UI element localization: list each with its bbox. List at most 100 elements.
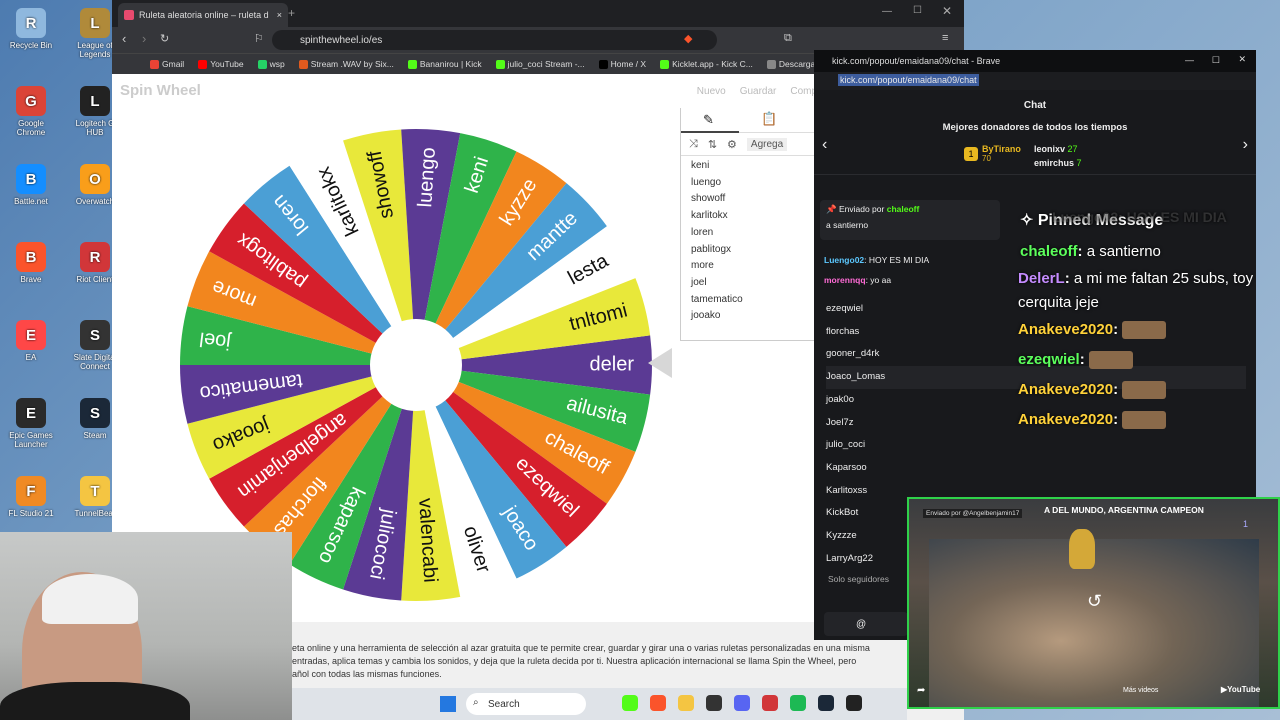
terminal-icon[interactable]: [706, 695, 722, 711]
entry-item: karlitokx: [691, 210, 728, 222]
maximize-button[interactable]: ☐: [913, 5, 922, 16]
bookmark-item[interactable]: Kicklet.app - Kick C...: [660, 59, 753, 69]
close-tab-icon[interactable]: ×: [277, 10, 282, 20]
overlay-colon: :: [1113, 381, 1119, 398]
shuffle-icon[interactable]: ⤨: [689, 138, 698, 151]
brave-shield-icon[interactable]: ◆: [684, 32, 692, 45]
entries-list[interactable]: keni luengo showoff karlitokx loren pablitogx…: [681, 156, 821, 327]
pinned-sender-label: Enviado por: [838, 204, 885, 214]
bookmark-item[interactable]: Gmail: [150, 59, 184, 69]
wheel-segment-label: joel: [198, 327, 233, 353]
panel-tools: ⤨ ⇅ ⚙ Agrega: [681, 133, 821, 156]
overlay-username: Anakeve2020: [1018, 381, 1114, 398]
desktop-icon-flstudio[interactable]: F FL Studio 21: [4, 476, 58, 518]
bookmark-label: wsp: [269, 59, 285, 69]
prev-donor-icon[interactable]: ‹: [822, 136, 827, 154]
bookmark-favicon-icon: [598, 59, 608, 69]
more-videos-label[interactable]: Más videos: [1123, 687, 1158, 694]
overlay-colon: :: [1113, 411, 1119, 428]
chat-username[interactable]: Luengo02: [824, 255, 864, 265]
wheel-center[interactable]: [370, 319, 462, 411]
extensions-icon[interactable]: ⧉: [784, 32, 792, 45]
spotify-icon[interactable]: [790, 695, 806, 711]
chat-text: : yo aa: [865, 275, 892, 285]
site-logo[interactable]: Spin Wheel: [120, 82, 201, 99]
back-icon[interactable]: ‹: [122, 31, 126, 46]
menu-icon[interactable]: ≡: [942, 32, 948, 44]
taskbar-search[interactable]: ⌕ Search: [466, 693, 586, 715]
close-window-button[interactable]: ✕: [942, 4, 952, 18]
overlay-username: Anakeve2020: [1018, 411, 1114, 428]
kick-window-title: kick.com/popout/emaidana09/chat - Brave: [832, 56, 1001, 66]
kick-maximize-button[interactable]: ☐: [1212, 55, 1220, 66]
desktop-icon-battlenet[interactable]: B Battle.net: [4, 164, 58, 206]
replay-icon[interactable]: ↺: [1087, 591, 1102, 612]
pinned-card-user: chaleoff: [886, 204, 920, 214]
bookmark-label: Stream .WAV by Six...: [310, 59, 394, 69]
overlay-message: Anakeve2020:: [1018, 405, 1258, 435]
entry-item: pablitogx: [691, 243, 732, 255]
address-bar[interactable]: spinthewheel.io/es: [272, 30, 717, 50]
desktop-icon-brave[interactable]: B Brave: [4, 242, 58, 284]
kick-app-icon[interactable]: [622, 695, 638, 711]
donor-row: leonixv 27: [1034, 142, 1082, 156]
desktop-icon-recycle-bin[interactable]: R Recycle Bin: [4, 8, 58, 50]
steam-icon: S: [80, 398, 110, 428]
kick-address-bar[interactable]: kick.com/popout/emaidana09/chat: [814, 72, 1256, 90]
entry-item: more: [691, 260, 714, 272]
bookmark-item[interactable]: wsp: [257, 59, 285, 69]
bookmark-item[interactable]: Bananirou | Kick: [407, 59, 482, 69]
bookmark-item[interactable]: YouTube: [198, 59, 244, 69]
reload-icon[interactable]: ↻: [160, 32, 169, 45]
menu-item-0[interactable]: Nuevo: [697, 86, 726, 97]
chat-text: : HOY ES MI DIA: [864, 255, 930, 265]
new-tab-button[interactable]: +: [288, 6, 295, 20]
overlay-username: DelerL: [1018, 270, 1065, 287]
brave-icon: B: [16, 242, 46, 272]
menu-item-1[interactable]: Guardar: [740, 86, 777, 97]
kick-minimize-button[interactable]: —: [1185, 55, 1194, 65]
bookmark-label: julio_coci Stream -...: [507, 59, 585, 69]
windows-start-icon[interactable]: [440, 696, 456, 712]
donor-row: emirchus 7: [1034, 156, 1082, 170]
share-icon[interactable]: ➦: [917, 685, 925, 696]
edit-pencil-icon[interactable]: ✎: [703, 112, 714, 128]
minimize-button[interactable]: —: [882, 6, 892, 17]
media-video[interactable]: Enviado por @Angelbenjamin17 A DEL MUNDO…: [907, 497, 1280, 709]
entry-item: loren: [691, 226, 714, 238]
app-icon[interactable]: [762, 695, 778, 711]
bookmark-icon[interactable]: ⚐: [254, 32, 264, 45]
browser-tab[interactable]: Ruleta aleatoria online – ruleta d ×: [118, 3, 288, 27]
desktop-icon-chrome[interactable]: G Google Chrome: [4, 86, 58, 137]
brave-app-icon[interactable]: [650, 695, 666, 711]
desktop-icon-ea[interactable]: E EA: [4, 320, 58, 362]
discord-icon[interactable]: [734, 695, 750, 711]
sort-icon[interactable]: ⇅: [708, 138, 717, 151]
file-explorer-icon[interactable]: [678, 695, 694, 711]
kick-close-button[interactable]: ✕: [1238, 54, 1246, 65]
desktop-icon-epic[interactable]: E Epic Games Launcher: [4, 398, 58, 449]
add-entry-button[interactable]: Agrega: [746, 137, 788, 151]
chat-username[interactable]: morennqq: [824, 275, 866, 285]
panel-tabs: ✎ 📋: [681, 108, 821, 133]
obs-icon[interactable]: [846, 695, 862, 711]
kick-url-text: kick.com/popout/emaidana09/chat: [838, 74, 979, 86]
overlay-username: ezeqwiel: [1018, 351, 1080, 368]
desktop-icon-label: EA: [25, 353, 37, 362]
bookmark-favicon-icon: [150, 59, 159, 69]
chat-input[interactable]: @: [824, 612, 908, 636]
bookmark-favicon-icon: [407, 59, 417, 69]
pinned-message-card[interactable]: 📌 Enviado por chaleoff a santierno: [820, 200, 1000, 240]
battlenet-icon: B: [16, 164, 46, 194]
bookmark-item[interactable]: Stream .WAV by Six...: [298, 59, 394, 69]
overlay-ghost-text: Luengo02: HOY ES MI DIA: [1052, 209, 1227, 225]
steam-app-icon[interactable]: [818, 695, 834, 711]
bookmark-item[interactable]: Home / X: [598, 59, 646, 69]
bookmark-item[interactable]: julio_coci Stream -...: [495, 59, 585, 69]
settings-gear-icon[interactable]: ⚙: [727, 138, 737, 151]
next-donor-icon[interactable]: ›: [1243, 136, 1248, 154]
donor-amount: 27: [1065, 144, 1078, 154]
forward-icon[interactable]: ›: [142, 31, 146, 46]
youtube-logo-icon[interactable]: ▶YouTube: [1221, 685, 1260, 694]
results-clipboard-icon[interactable]: 📋: [761, 111, 777, 127]
